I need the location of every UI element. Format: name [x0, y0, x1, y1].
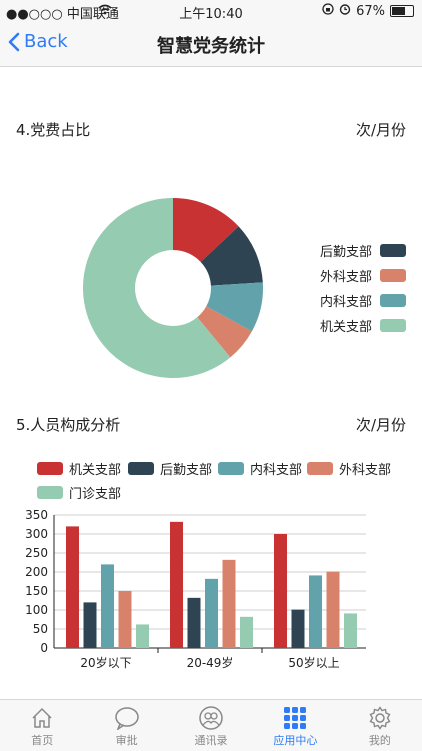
bar	[309, 575, 322, 648]
bar	[136, 624, 149, 648]
party-fee-donut-chart	[82, 198, 263, 378]
bar	[344, 613, 357, 648]
chat-icon	[114, 707, 139, 730]
legend-item[interactable]: 后勤支部	[320, 241, 407, 260]
legend-label: 机关支部	[320, 320, 373, 335]
x-tick-label: 20岁以下	[80, 655, 131, 670]
legend-swatch	[380, 269, 407, 282]
legend-item[interactable]: 机关支部	[37, 459, 121, 478]
nav-bar: Back 智慧党务统计	[0, 22, 422, 67]
y-tick-label: 0	[40, 641, 48, 655]
tab-home-label: 首页	[31, 734, 54, 747]
y-tick-label: 100	[25, 603, 48, 617]
party-fee-unit: 次/月份	[355, 121, 406, 139]
legend-swatch	[218, 462, 244, 475]
legend-swatch	[128, 462, 154, 475]
bar	[222, 559, 236, 648]
x-tick-label: 50岁以上	[288, 655, 339, 670]
contacts-icon	[199, 706, 223, 730]
legend-label: 内科支部	[320, 295, 373, 310]
legend-swatch	[307, 462, 333, 475]
gear-icon	[369, 706, 391, 730]
bar	[274, 534, 287, 648]
bar	[326, 571, 340, 648]
x-tick-label: 20-49岁	[187, 655, 234, 670]
y-tick-label: 50	[33, 622, 48, 636]
tab-bar: 首页 审批 通讯录 应用中心 我的	[0, 699, 422, 751]
y-tick-label: 200	[25, 565, 48, 579]
y-tick-label: 350	[25, 508, 48, 522]
legend-label: 门诊支部	[69, 487, 122, 502]
tab-home[interactable]: 首页	[0, 700, 84, 751]
tab-mine-label: 我的	[368, 734, 391, 747]
home-icon	[32, 707, 52, 728]
tab-contacts[interactable]: 通讯录	[169, 700, 253, 751]
staff-section-title: 5.人员构成分析	[16, 416, 121, 434]
tab-mine[interactable]: 我的	[338, 700, 422, 751]
tab-approval-label: 审批	[115, 734, 138, 747]
tab-app-center[interactable]: 应用中心	[253, 700, 337, 751]
legend-swatch	[380, 294, 407, 307]
legend-label: 机关支部	[69, 463, 122, 478]
party-fee-section-title: 4.党费占比	[16, 121, 91, 139]
page-title: 智慧党务统计	[157, 36, 265, 57]
legend-swatch	[37, 486, 63, 499]
rotation-lock-icon	[322, 3, 334, 19]
legend-label: 内科支部	[250, 463, 303, 478]
legend-label: 外科支部	[320, 270, 373, 285]
alarm-icon	[339, 3, 351, 19]
legend-item[interactable]: 内科支部	[320, 291, 407, 310]
legend-swatch	[380, 319, 407, 332]
legend-label: 外科支部	[339, 463, 392, 478]
legend-item[interactable]: 外科支部	[320, 266, 407, 285]
tab-app-center-label: 应用中心	[273, 734, 318, 747]
battery-icon	[390, 5, 414, 17]
legend-swatch	[37, 462, 63, 475]
y-tick-label: 250	[25, 546, 48, 560]
staff-bar-chart: 0 50 100 150 200 250 300 350 20岁以下 20-49岁 50岁以上	[25, 508, 366, 670]
legend-label: 后勤支部	[320, 245, 373, 260]
y-tick-label: 300	[25, 527, 48, 541]
bar	[187, 597, 201, 648]
bar	[170, 521, 183, 648]
legend-item[interactable]: 机关支部	[320, 316, 407, 335]
bar	[240, 616, 253, 648]
bar	[83, 602, 97, 648]
y-tick-label: 150	[25, 584, 48, 598]
legend-label: 后勤支部	[160, 463, 213, 478]
tab-contacts-label: 通讯录	[194, 734, 228, 747]
legend-item[interactable]: 外科支部	[307, 459, 391, 478]
apps-grid-icon	[284, 707, 307, 729]
legend-item[interactable]: 后勤支部	[128, 459, 212, 478]
bar	[66, 526, 79, 648]
battery-percent: 67%	[356, 3, 385, 19]
bar	[118, 591, 132, 648]
staff-unit: 次/月份	[355, 416, 406, 434]
status-bar: ●●○○○ 中国联通 上午10:40 67%	[0, 0, 422, 22]
legend-item[interactable]: 内科支部	[218, 459, 302, 478]
bar	[291, 609, 305, 648]
bar	[205, 578, 218, 648]
tab-approval[interactable]: 审批	[84, 700, 168, 751]
legend-swatch	[380, 244, 407, 257]
legend-item[interactable]: 门诊支部	[37, 483, 121, 502]
status-right: 67%	[322, 3, 414, 19]
bar	[101, 564, 114, 648]
